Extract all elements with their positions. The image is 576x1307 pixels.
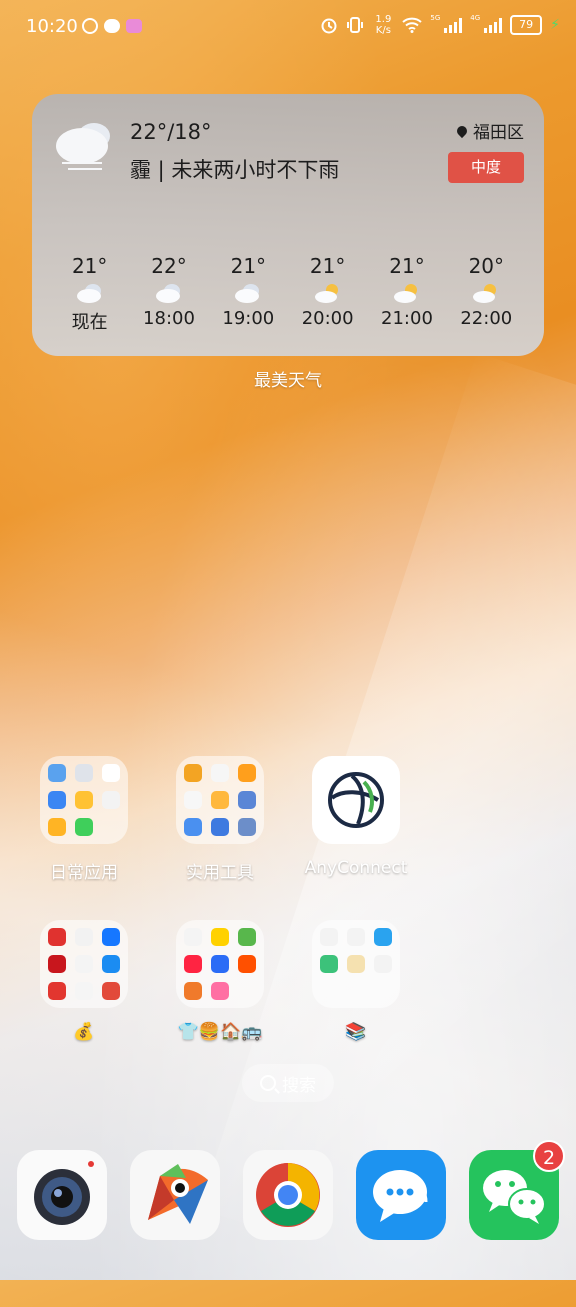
hour-item: 21° 现在: [50, 254, 129, 334]
anyconnect-icon: [312, 756, 400, 844]
chrome-icon: [256, 1163, 320, 1227]
hour-temp: 21°: [71, 254, 108, 278]
camera-app[interactable]: [17, 1150, 107, 1240]
status-bar: 10:20 1.9 K/s 5G 4G 79 ⚡: [0, 0, 576, 56]
app-label: AnyConnect: [304, 858, 408, 878]
browser-bird-app[interactable]: [130, 1150, 220, 1240]
app-label: 📚: [345, 1022, 367, 1042]
system-icons: 1.9 K/s 5G 4G 79 ⚡: [320, 14, 560, 36]
alarm-icon: [321, 18, 337, 34]
network-speed: 1.9 K/s: [375, 14, 392, 36]
temperature-range: 22°/18°: [130, 120, 212, 144]
location-name: 福田区: [473, 123, 524, 143]
app-label: 日常应用: [50, 863, 118, 883]
partly-sunny-icon: [447, 278, 526, 308]
app-label: 👕🍔🏠🚌: [177, 1022, 263, 1042]
wifi-icon: [402, 17, 423, 33]
folder-icon: [176, 756, 264, 844]
weather-widget-label: 最美天气: [254, 371, 322, 391]
cloudy-icon: [56, 123, 110, 170]
location[interactable]: 福田区: [454, 118, 524, 143]
hour-item: 21° 21:00: [367, 254, 446, 334]
folder-money[interactable]: 💰: [24, 920, 144, 1042]
charging-icon: ⚡: [550, 17, 560, 33]
aqi-badge: 中度: [448, 152, 524, 183]
vibrate-icon: [347, 17, 364, 33]
bird-icon: [148, 1164, 208, 1224]
hourly-forecast: 21° 现在 22° 18:00 21° 19:00 21° 20:00 21°…: [50, 254, 526, 334]
folder-tools[interactable]: 实用工具: [160, 756, 280, 883]
app-label: 💰: [73, 1022, 95, 1042]
hour-time: 21:00: [381, 308, 433, 329]
signal-icon: [444, 17, 463, 33]
folder-icon: [312, 920, 400, 1008]
network-type-label-2: 4G: [470, 14, 481, 22]
partly-sunny-icon: [288, 278, 367, 308]
notification-icons: [82, 18, 142, 34]
hour-time: 现在: [71, 312, 108, 333]
settings-notification-icon: [82, 18, 98, 34]
folder-books[interactable]: 📚: [296, 920, 416, 1042]
folder-life[interactable]: 👕🍔🏠🚌: [160, 920, 280, 1042]
signal-icon-2: [484, 17, 503, 33]
notification-badge: 2: [533, 1140, 565, 1172]
messages-app[interactable]: [356, 1150, 446, 1240]
search-label: 搜索: [282, 1075, 316, 1096]
folder-icon: [176, 920, 264, 1008]
cloudy-icon: [50, 278, 129, 308]
clock: 10:20: [26, 16, 78, 37]
hour-temp: 22°: [151, 254, 187, 278]
folder-icon: [40, 920, 128, 1008]
hour-temp: 21°: [309, 254, 346, 278]
weather-widget[interactable]: 22°/18° 霾 | 未来两小时不下雨 福田区 中度 21° 现在 22° 1…: [32, 94, 544, 356]
search-icon: [260, 1075, 276, 1091]
hour-item: 21° 19:00: [209, 254, 288, 334]
hour-time: 22:00: [460, 308, 513, 329]
folder-daily-apps[interactable]: 日常应用: [24, 756, 144, 883]
chrome-app[interactable]: [243, 1150, 333, 1240]
battery-icon: 79: [510, 15, 543, 35]
search-button[interactable]: 搜索: [242, 1064, 334, 1102]
app-notification-icon: [126, 19, 142, 33]
camera-icon: [34, 1161, 94, 1225]
hour-item: 21° 20:00: [288, 254, 367, 334]
hour-temp: 21°: [389, 254, 425, 278]
weather-description: 霾 | 未来两小时不下雨: [130, 158, 340, 182]
hour-temp: 21°: [230, 254, 267, 278]
folder-icon: [40, 756, 128, 844]
hour-temp: 20°: [468, 254, 505, 278]
cloudy-icon: [129, 278, 208, 308]
wechat-app[interactable]: 2: [469, 1140, 565, 1240]
app-label: 实用工具: [186, 863, 254, 883]
anyconnect-app[interactable]: AnyConnect: [296, 756, 416, 878]
hour-time: 18:00: [143, 308, 195, 329]
hour-item: 22° 18:00: [129, 254, 208, 334]
network-type-label: 5G: [430, 14, 441, 22]
chat-bubble-icon: [373, 1170, 428, 1222]
cloudy-icon: [209, 278, 288, 308]
hour-time: 20:00: [301, 308, 354, 329]
location-pin-icon: [454, 123, 470, 138]
hour-time: 19:00: [222, 308, 275, 329]
partly-sunny-icon: [367, 278, 446, 308]
hour-item: 20° 22:00: [447, 254, 526, 334]
message-notification-icon: [104, 19, 120, 33]
